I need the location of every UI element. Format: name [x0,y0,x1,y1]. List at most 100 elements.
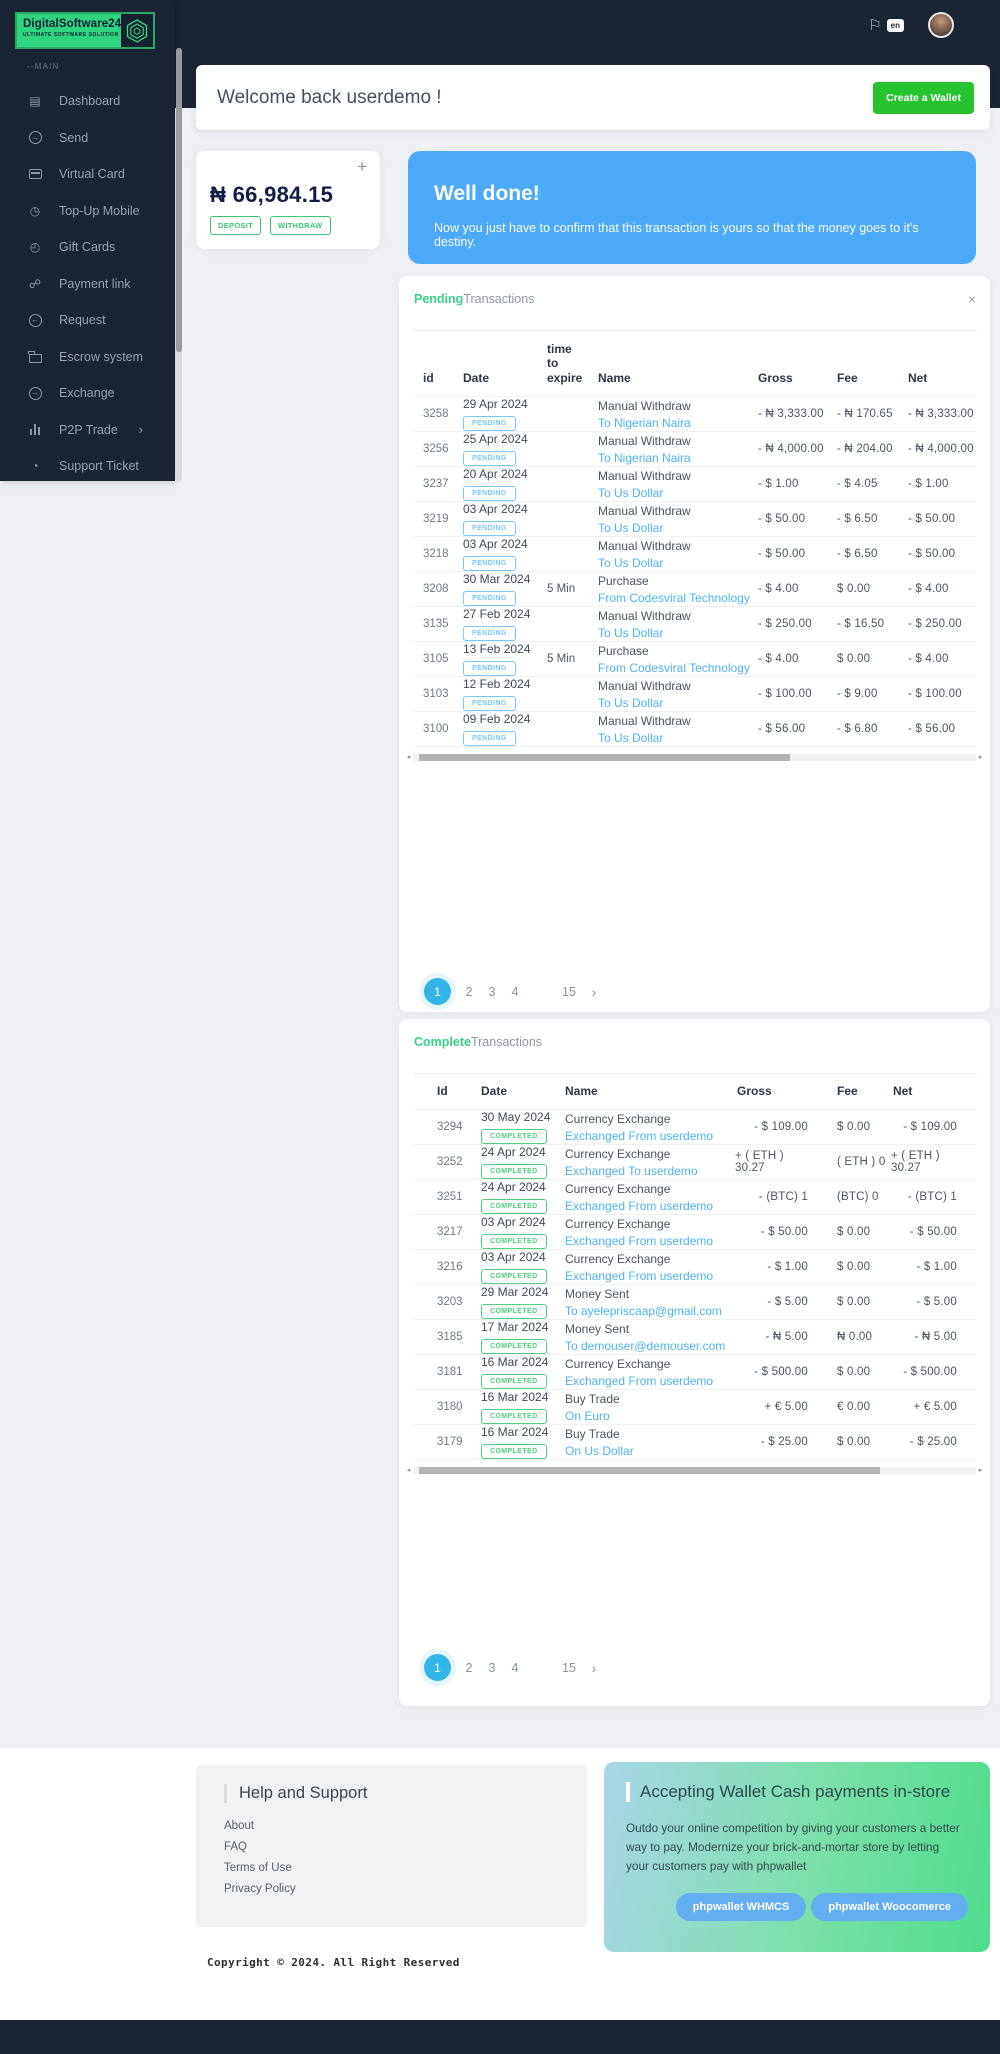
page-button-3[interactable]: 3 [487,1661,497,1675]
scrollbar-track[interactable] [413,753,976,761]
sidebar-item-label: P2P Trade [59,422,118,437]
transaction-link[interactable]: On Us Dollar [565,1444,634,1458]
transaction-date: 17 Mar 2024 [481,1320,549,1335]
transaction-link[interactable]: To ayelepriscaap@gmail.com [565,1304,722,1318]
transaction-link[interactable]: To Us Dollar [598,521,663,535]
transaction-link[interactable]: Exchanged From userdemo [565,1374,713,1388]
transaction-link[interactable]: To Us Dollar [598,731,663,745]
sidebar-scrollbar-thumb[interactable] [176,48,182,352]
transaction-name: Buy Trade [565,1391,620,1406]
table-row: 3203 29 Mar 2024 COMPLETED Money Sent To aye… [413,1285,977,1321]
deposit-button[interactable]: DEPOSIT [210,216,262,235]
help-link-faq[interactable]: FAQ [224,1841,587,1853]
help-link-terms-of-use[interactable]: Terms of Use [224,1862,587,1874]
close-icon[interactable]: × [968,292,976,306]
sidebar-item-gift-cards[interactable]: ◴ Gift Cards [0,229,175,266]
status-badge: PENDING [463,451,516,467]
page-button-1[interactable]: 1 [424,978,451,1005]
transaction-name: Currency Exchange [565,1146,671,1161]
page-button-1[interactable]: 1 [424,1654,451,1681]
brand-logo[interactable]: DigitalSoftware24 ULTIMATE SOFTWARE SOLU… [15,12,155,49]
avatar[interactable] [928,12,954,38]
withdraw-button[interactable]: WITHDRAW [270,216,331,235]
transaction-name: Currency Exchange [565,1356,671,1371]
scroll-right-arrow-icon[interactable]: ▸ [976,753,985,761]
sidebar-item-support-ticket[interactable]: ◔ Support Ticket [0,448,175,485]
transaction-link[interactable]: To Us Dollar [598,556,663,570]
sidebar-item-top-up-mobile[interactable]: ◷ Top-Up Mobile [0,193,175,230]
sidebar-item-payment-link[interactable]: ☍ Payment link [0,266,175,303]
language-flag-icon[interactable]: ⚐ [868,16,881,34]
cell-gross: - $ 100.00 [758,688,812,701]
transaction-name: Manual Withdraw [598,713,691,728]
sidebar-item-request[interactable]: ← Request [0,302,175,339]
scroll-left-arrow-icon[interactable]: ◂ [404,753,413,761]
column-header: Gross [758,370,793,385]
transaction-link[interactable]: From Codesviral Technology [598,591,750,605]
transaction-link[interactable]: To Nigerian Naira [598,451,691,465]
page-button-2[interactable]: 2 [464,1661,474,1675]
cell-net: - $ 500.00 [903,1366,957,1379]
button-phpwallet-whmcs[interactable]: phpwallet WHMCS [675,1892,807,1921]
transaction-link[interactable]: To Us Dollar [598,696,663,710]
cell-name: Purchase From Codesviral Technology [593,574,751,605]
add-wallet-icon[interactable]: + [357,157,367,177]
scroll-right-arrow-icon[interactable]: ▸ [976,1466,985,1474]
transaction-link[interactable]: Exchanged From userdemo [565,1269,713,1283]
page-button-4[interactable]: 4 [510,985,520,999]
help-link-privacy-policy[interactable]: Privacy Policy [224,1883,587,1895]
cell-date: 27 Feb 2024 PENDING [455,607,547,642]
next-page-button[interactable]: › [589,1660,599,1676]
sidebar-item-send[interactable]: → Send [0,120,175,157]
complete-horizontal-scrollbar[interactable]: ◂ ▸ [404,1464,985,1476]
transaction-date: 29 Mar 2024 [481,1285,549,1300]
scrollbar-thumb[interactable] [418,753,791,761]
cell-name: Purchase From Codesviral Technology [593,644,751,675]
cell-net: + ( ETH ) 30.27 [891,1150,940,1175]
transaction-link[interactable]: Exchanged From userdemo [565,1129,713,1143]
cell-fee: - $ 9.00 [837,688,878,701]
create-wallet-button[interactable]: Create a Wallet [873,81,974,114]
column-header: Name [598,370,631,385]
language-badge[interactable]: en [886,18,904,32]
transaction-link[interactable]: From Codesviral Technology [598,661,750,675]
sidebar-item-virtual-card[interactable]: Virtual Card [0,156,175,193]
scrollbar-thumb[interactable] [418,1466,881,1474]
button-phpwallet-woocomerce[interactable]: phpwallet Woocomerce [811,1892,968,1921]
help-link-about[interactable]: About [224,1820,587,1832]
transaction-link[interactable]: To Nigerian Naira [598,416,691,430]
transaction-link[interactable]: Exchanged From userdemo [565,1234,713,1248]
sidebar-item-p2p-trade[interactable]: P2P Trade › [0,412,175,449]
next-page-button[interactable]: › [589,984,599,1000]
page-button-15[interactable]: 15 [562,985,576,999]
sidebar-scrollbar[interactable] [176,48,182,481]
scroll-left-arrow-icon[interactable]: ◂ [404,1466,413,1474]
sidebar-item-escrow-system[interactable]: Escrow system [0,339,175,376]
cell-date: 03 Apr 2024 COMPLETED [469,1250,559,1285]
transaction-link[interactable]: Exchanged From userdemo [565,1199,713,1213]
cell-id: 3185 [437,1331,463,1344]
transaction-link[interactable]: To Us Dollar [598,626,663,640]
transaction-link[interactable]: On Euro [565,1409,610,1423]
page-button-4[interactable]: 4 [510,1661,520,1675]
cell-fee: € 0.00 [837,1401,871,1414]
pending-card-header: PendingTransactions × [399,276,990,306]
welcome-title: Welcome back userdemo ! [217,86,442,108]
page-button-2[interactable]: 2 [464,985,474,999]
page-button-3[interactable]: 3 [487,985,497,999]
table-row: 3251 24 Apr 2024 COMPLETED Currency Exchang… [413,1180,977,1216]
pending-horizontal-scrollbar[interactable]: ◂ ▸ [404,751,985,763]
transaction-link[interactable]: To Us Dollar [598,486,663,500]
scrollbar-track[interactable] [413,1466,976,1474]
sidebar-item-exchange[interactable]: → Exchange [0,375,175,412]
transaction-link[interactable]: To demouser@demouser.com [565,1339,725,1353]
cell-fee: ₦ 0.00 [837,1331,873,1344]
page-button-15[interactable]: 15 [562,1661,576,1675]
balance-card: + ₦ 66,984.15 DEPOSIT WITHDRAW [196,151,380,249]
cell-gross: + € 5.00 [764,1401,808,1414]
bottom-footer-bar [0,2020,1000,2054]
sidebar-item-dashboard[interactable]: ▤ Dashboard [0,83,175,120]
transaction-name: Manual Withdraw [598,678,691,693]
cell-id: 3217 [437,1226,463,1239]
transaction-link[interactable]: Exchanged To userdemo [565,1164,698,1178]
